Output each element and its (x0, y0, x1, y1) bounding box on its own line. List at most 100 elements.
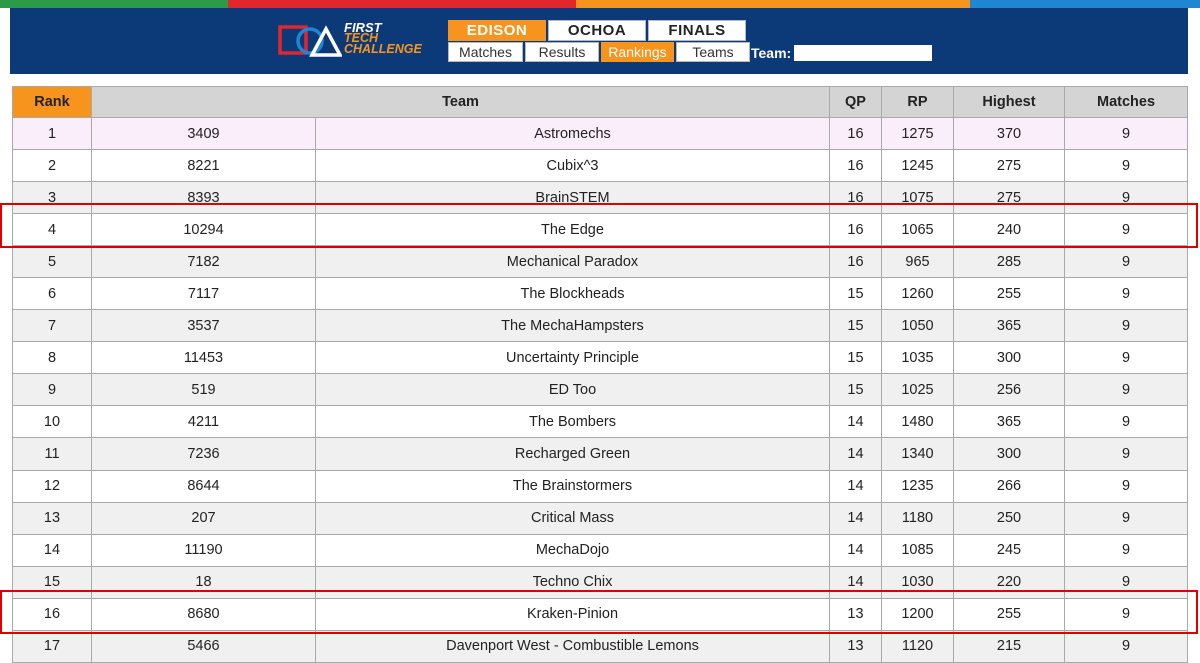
rankings-table: Rank Team QP RP Highest Matches 1 340 9 Ast… (12, 86, 1188, 663)
cell-name: BrainSTEM (315, 181, 830, 215)
table-row[interactable]: 9 519 ED Too 15 1025 256 9 (12, 373, 1188, 407)
table-row[interactable]: 11 7236 Recharged Green 14 1340 300 9 (12, 437, 1188, 471)
cell-name: Recharged Green (315, 437, 830, 471)
cell-number: 8644 (91, 469, 316, 503)
cell-rp: 1260 (881, 277, 954, 311)
table-row[interactable]: 5 7182 Mechanical Paradox 16 965 285 9 (12, 245, 1188, 279)
cell-matches: 9 (1064, 245, 1188, 279)
cell-qp: 14 (829, 565, 882, 599)
col-header-matches[interactable]: Matches (1064, 86, 1188, 118)
table-row[interactable]: 14 11190 MechaDojo 14 1085 245 9 (12, 533, 1188, 567)
cell-highest: 300 (953, 341, 1065, 375)
cell-highest: 250 (953, 501, 1065, 535)
cell-highest: 266 (953, 469, 1065, 503)
cell-name: Astromechs (315, 116, 830, 151)
top-color-stripe (0, 0, 1200, 8)
cell-matches: 9 (1064, 597, 1188, 631)
cell-rank: 11 (12, 437, 92, 471)
nav-rankings[interactable]: Rankings (601, 42, 674, 62)
cell-rp: 1085 (881, 533, 954, 567)
cell-name: Mechanical Paradox (315, 245, 830, 279)
cell-rank: 2 (12, 149, 92, 183)
cell-qp: 16 (829, 116, 882, 151)
cell-rank: 17 (12, 629, 92, 663)
cell-rank: 8 (12, 341, 92, 375)
table-row[interactable]: 12 8644 The Brainstormers 14 1235 266 9 (12, 469, 1188, 503)
cell-qp: 15 (829, 373, 882, 407)
cell-rank: 3 (12, 181, 92, 215)
cell-rp: 1120 (881, 629, 954, 663)
cell-rp: 1340 (881, 437, 954, 471)
col-header-highest[interactable]: Highest (953, 86, 1065, 118)
col-header-rp[interactable]: RP (881, 86, 954, 118)
cell-matches: 9 (1064, 309, 1188, 343)
table-row[interactable]: 2 8221 Cubix^3 16 1245 275 9 (12, 149, 1188, 183)
cell-rank: 10 (12, 405, 92, 439)
cell-number: 207 (91, 501, 316, 535)
nav-results[interactable]: Results (525, 42, 599, 62)
table-row[interactable]: 7 3537 The MechaHampsters 15 1050 365 9 (12, 309, 1188, 343)
cell-matches: 9 (1064, 341, 1188, 375)
table-row[interactable]: 17 5466 Davenport West - Combustible Lemon… (12, 629, 1188, 663)
cell-number: 10294 (91, 213, 316, 247)
cell-name: Critical Mass (315, 501, 830, 535)
cell-highest: 365 (953, 309, 1065, 343)
tab-edison[interactable]: EDISON (448, 20, 546, 41)
cell-highest: 275 (953, 181, 1065, 215)
cell-name: ED Too (315, 373, 830, 407)
table-row[interactable]: 1 3409 Astromechs 16 1275 370 9 (12, 116, 1188, 151)
cell-matches: 9 (1064, 533, 1188, 567)
nav-matches[interactable]: Matches (448, 42, 523, 62)
cell-rank: 13 (12, 501, 92, 535)
tab-finals[interactable]: FINALS (648, 20, 746, 41)
cell-matches: 9 (1064, 213, 1188, 247)
table-row[interactable]: 8 11453 Uncertainty Principle 15 1035 300 9 (12, 341, 1188, 375)
cell-name: Davenport West - Combustible Lemons (315, 629, 830, 663)
logo-challenge-text: CHALLENGE (344, 42, 422, 56)
cell-number: 7117 (91, 277, 316, 311)
division-tabs: EDISON OCHOA FINALS (448, 20, 748, 41)
table-row[interactable]: 10 4211 The Bombers 14 1480 365 9 (12, 405, 1188, 439)
cell-rp: 1035 (881, 341, 954, 375)
table-row[interactable]: 3 8393 BrainSTEM 16 1075 275 9 (12, 181, 1188, 215)
table-row[interactable]: 4 10294 The Edge 16 1065 240 9 (12, 213, 1188, 247)
cell-matches: 9 (1064, 373, 1188, 407)
cell-qp: 15 (829, 341, 882, 375)
cell-highest: 300 (953, 437, 1065, 471)
site-header: FIRST TECH CHALLENGE EDISON OCHOA FINALS… (10, 8, 1188, 74)
cell-matches: 9 (1064, 116, 1188, 151)
team-search-input[interactable] (794, 45, 933, 61)
cell-rp: 1180 (881, 501, 954, 535)
table-row[interactable]: 15 18 Techno Chix 14 1030 220 9 (12, 565, 1188, 599)
cell-rp: 965 (881, 245, 954, 279)
cell-name: Kraken-Pinion (315, 597, 830, 631)
team-search-label: Team: (751, 45, 792, 61)
cell-rp: 1050 (881, 309, 954, 343)
table-row[interactable]: 6 7117 The Blockheads 15 1260 255 9 (12, 277, 1188, 311)
cell-matches: 9 (1064, 629, 1188, 663)
cell-highest: 365 (953, 405, 1065, 439)
cell-name: Uncertainty Principle (315, 341, 830, 375)
cell-qp: 14 (829, 437, 882, 471)
cell-qp: 16 (829, 149, 882, 183)
cell-highest: 220 (953, 565, 1065, 599)
cell-number: 18 (91, 565, 316, 599)
cell-rank: 14 (12, 533, 92, 567)
table-row[interactable]: 16 8680 Kraken-Pinion 13 1200 255 9 (12, 597, 1188, 631)
nav-teams[interactable]: Teams (676, 42, 750, 62)
cell-matches: 9 (1064, 149, 1188, 183)
cell-qp: 14 (829, 533, 882, 567)
col-header-rank[interactable]: Rank (12, 86, 92, 118)
cell-qp: 13 (829, 629, 882, 663)
col-header-qp[interactable]: QP (829, 86, 882, 118)
table-header-row: Rank Team QP RP Highest Matches (12, 86, 1188, 118)
cell-rank: 7 (12, 309, 92, 343)
cell-number: 5466 (91, 629, 316, 663)
ftc-logo[interactable]: FIRST TECH CHALLENGE (278, 21, 443, 61)
tab-ochoa[interactable]: OCHOA (548, 20, 646, 41)
cell-highest: 285 (953, 245, 1065, 279)
cell-name: MechaDojo (315, 533, 830, 567)
col-header-team[interactable]: Team (91, 86, 830, 118)
table-row[interactable]: 13 207 Critical Mass 14 1180 250 9 (12, 501, 1188, 535)
cell-rp: 1200 (881, 597, 954, 631)
